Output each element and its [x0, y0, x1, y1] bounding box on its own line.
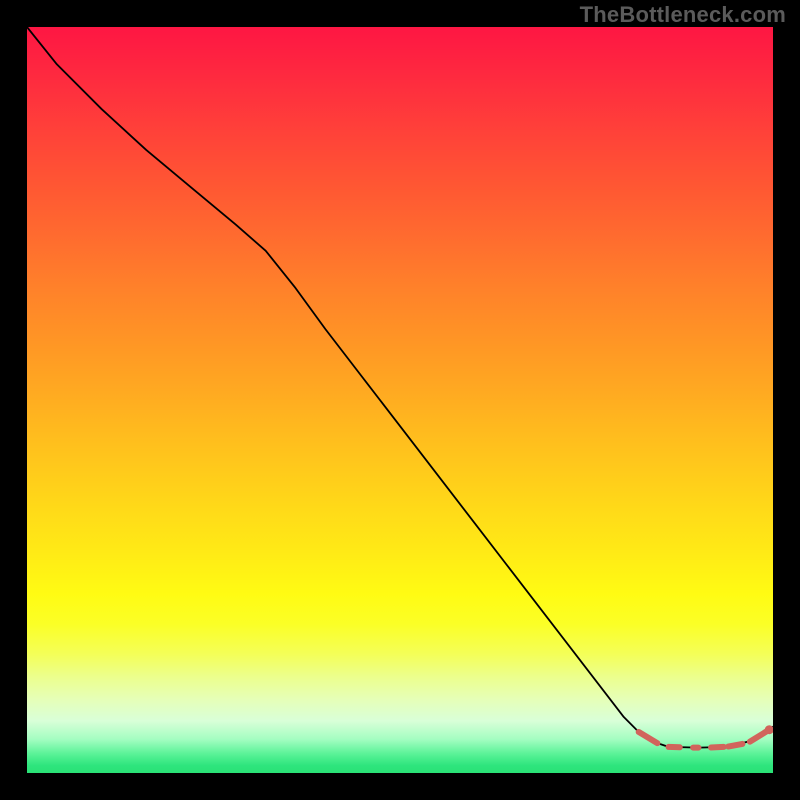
chart-overlay	[27, 27, 773, 773]
end-dot	[765, 725, 773, 734]
bottleneck-curve	[27, 27, 773, 748]
flat-region-dashes	[639, 730, 770, 748]
plot-area	[27, 27, 773, 773]
watermark-text: TheBottleneck.com	[580, 2, 786, 28]
